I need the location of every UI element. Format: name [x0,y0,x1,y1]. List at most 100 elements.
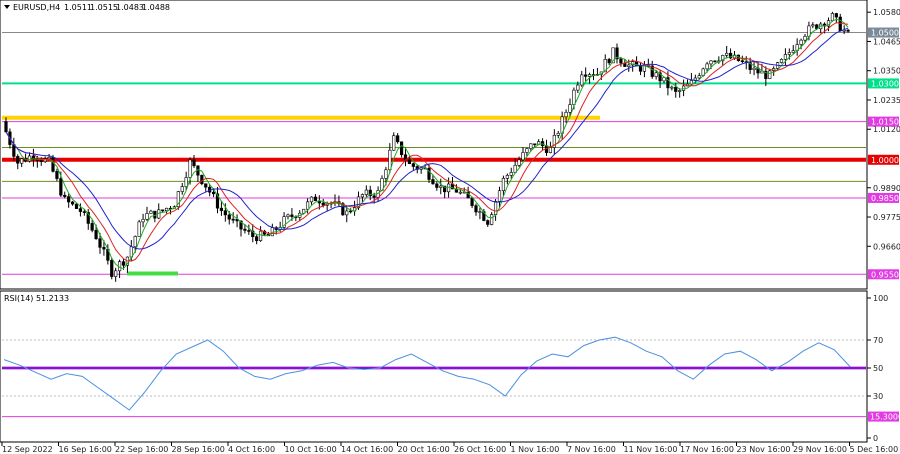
candle-body [12,144,16,157]
candle-body [211,191,216,195]
candle-body [219,207,224,211]
price-axis-label: 1.0235 [873,96,900,105]
candle-body [568,104,572,113]
candle-body [576,84,580,91]
candle-body [94,229,98,240]
price-axis-label: 1.0580 [873,8,900,17]
candle-body [670,86,674,89]
candle-body [161,209,165,212]
candle-body [787,52,791,55]
candle-body [834,13,838,18]
candle-body [90,223,94,231]
x-axis-label: 22 Sep 16:00 [115,445,168,454]
candle-body [811,24,815,27]
price-axis-label: 1.0465 [873,37,900,46]
candle-body [537,141,541,145]
candle-body [838,16,842,32]
level-tag-label: 1.0150 [871,118,899,127]
candle-body [70,201,75,205]
candle-body [204,183,208,188]
candle-body [392,135,396,151]
candle-body [752,67,756,70]
candle-body [364,189,368,195]
price-axis-label: 0.9890 [873,184,900,193]
candle-body [309,196,314,203]
level-tag-label: 0.9850 [871,194,899,203]
candle-body [16,156,20,164]
candle-body [689,80,694,85]
candle-body [121,261,126,266]
ohlc-low: 1.0483 [116,3,144,12]
candle-body [396,135,400,143]
candle-body [486,220,490,225]
candle-body [59,178,63,196]
candle-body [149,210,153,214]
candle-body [137,221,141,237]
rsi-title: RSI(14) 51.2133 [4,294,69,303]
x-axis-label: 7 Nov 16:00 [567,445,616,454]
price-axis-label: 0.9775 [873,213,900,222]
level-tag-label: 1.0300 [871,79,899,88]
candle-body [497,190,502,202]
candle-body [399,141,404,156]
price-axis-label: 1.0350 [873,67,900,76]
candle-body [411,163,415,167]
x-axis-label: 10 Oct 16:00 [285,445,337,454]
rsi-axis-label: 70 [873,336,883,345]
x-axis-label: 1 Nov 16:00 [511,445,560,454]
candle-body [184,177,188,187]
candle-body [74,203,79,209]
x-axis-label: 23 Nov 16:00 [737,445,791,454]
candle-body [145,213,149,220]
candle-body [345,210,349,216]
candle-body [740,60,744,63]
candle-body [783,54,788,60]
candle-body [231,218,235,221]
candle-body [388,149,392,171]
candle-body [709,60,713,65]
level-tag-label: 0.9550 [871,270,899,279]
x-axis-label: 20 Oct 16:00 [398,445,450,454]
candle-body [349,210,353,213]
candle-body [114,270,118,277]
rsi-axis-label: 30 [873,392,883,401]
candle-body [192,159,196,167]
candle-body [548,147,553,153]
candle-body [509,172,513,176]
rsi-level-label: 15.3000 [870,413,900,422]
candle-body [20,158,24,164]
candle-body [360,194,365,198]
candle-body [572,89,576,105]
x-axis-label: 4 Oct 16:00 [228,445,275,454]
candle-body [188,159,192,178]
candle-body [830,13,835,21]
rsi-axis-label: 50 [873,364,883,373]
candle-body [51,157,55,172]
candle-body [141,218,145,223]
candle-body [4,121,8,133]
candle-body [458,191,462,194]
candle-body [305,201,310,210]
candle-body [470,197,474,206]
candle-body [556,132,560,136]
candle-body [39,160,43,162]
candle-body [580,74,584,86]
candle-body [133,236,137,248]
candle-body [82,211,86,213]
ohlc-high: 1.0515 [90,3,118,12]
candle-body [587,74,592,77]
x-axis-label: 17 Nov 16:00 [680,445,734,454]
x-axis-label: 14 Oct 16:00 [341,445,393,454]
candle-body [258,230,263,241]
x-axis-label: 16 Sep 16:00 [59,445,112,454]
chart-root: 1.05801.04651.03501.02351.01200.98900.97… [0,0,900,454]
x-axis-label: 28 Sep 16:00 [172,445,225,454]
candle-body [384,169,388,179]
candle-body [533,143,537,146]
candle-body [439,185,443,188]
candle-body [286,214,290,217]
candle-body [55,171,59,179]
candle-body [63,194,67,197]
candle-body [564,111,568,118]
candle-body [779,59,784,63]
